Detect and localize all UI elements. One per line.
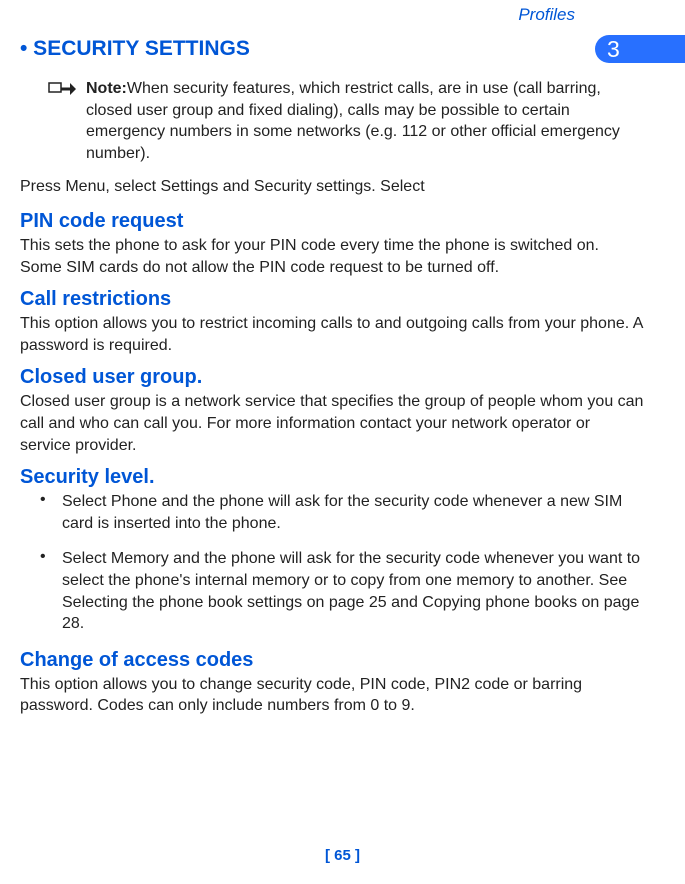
section-heading-security-settings: • SECURITY SETTINGS (20, 37, 595, 61)
body-change-access-codes: This option allows you to change securit… (20, 674, 645, 717)
bullet-icon: • (40, 548, 54, 566)
bullet-text: Select Phone and the phone will ask for … (62, 491, 645, 534)
subheading-pin-code-request: PIN code request (20, 210, 645, 233)
note-body: When security features, which restrict c… (86, 80, 620, 162)
note-arrow-icon (48, 80, 76, 100)
note-text: Note:When security features, which restr… (86, 78, 645, 164)
subheading-change-access-codes: Change of access codes (20, 649, 645, 672)
bullet-icon: • (40, 491, 54, 509)
page-content: Note:When security features, which restr… (0, 78, 685, 717)
chapter-number-tab: 3 (595, 35, 685, 63)
page-number: [ 65 ] (0, 847, 685, 864)
security-level-list: • Select Phone and the phone will ask fo… (20, 491, 645, 635)
body-call-restrictions: This option allows you to restrict incom… (20, 313, 645, 356)
subheading-security-level: Security level. (20, 466, 645, 489)
bullet-text: Select Memory and the phone will ask for… (62, 548, 645, 634)
note-label: Note: (86, 80, 127, 97)
instruction-text: Press Menu, select Settings and Security… (20, 176, 645, 198)
list-item: • Select Phone and the phone will ask fo… (20, 491, 645, 534)
subheading-closed-user-group: Closed user group. (20, 366, 645, 389)
body-pin-code-request: This sets the phone to ask for your PIN … (20, 235, 645, 278)
header-topic: Profiles (518, 5, 575, 25)
body-closed-user-group: Closed user group is a network service t… (20, 391, 645, 456)
subheading-call-restrictions: Call restrictions (20, 288, 645, 311)
note-block: Note:When security features, which restr… (48, 78, 645, 164)
list-item: • Select Memory and the phone will ask f… (20, 548, 645, 634)
